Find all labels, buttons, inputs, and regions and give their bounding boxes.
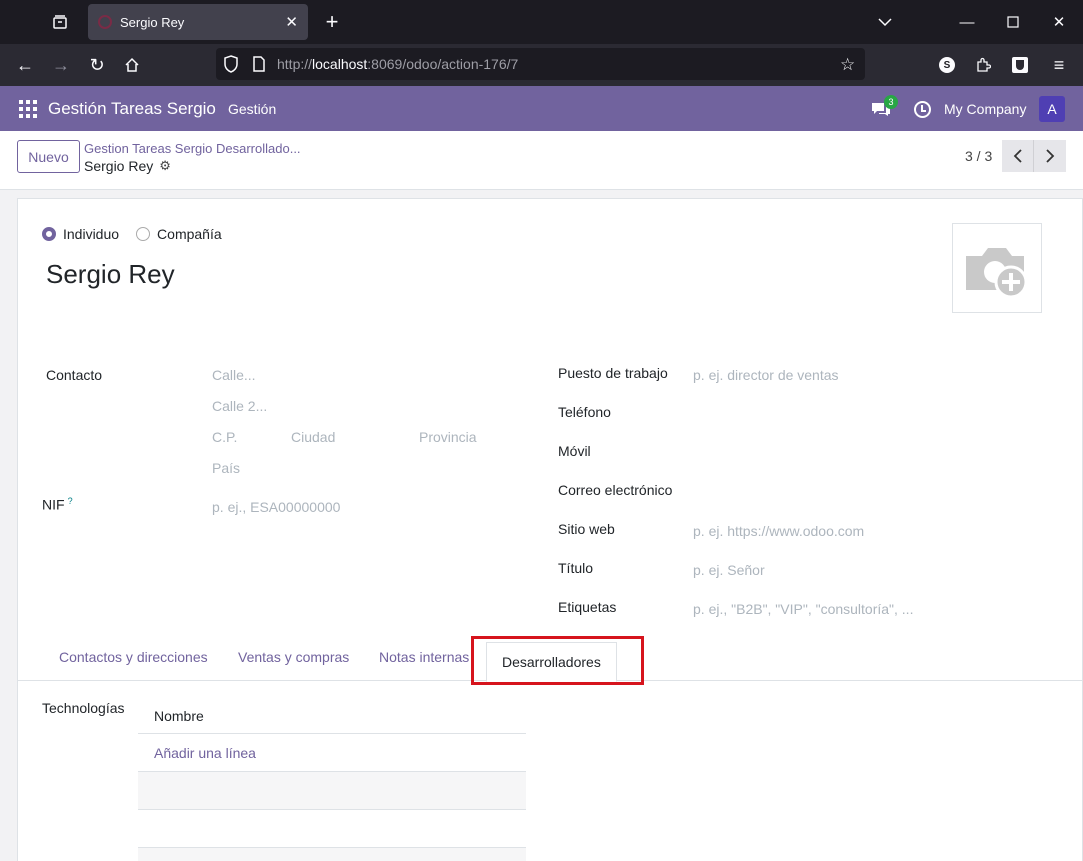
list-row [138, 847, 526, 861]
new-tab-icon[interactable]: + [318, 8, 346, 36]
list-all-tabs-icon[interactable] [862, 0, 908, 44]
title-label: Título [558, 560, 594, 576]
url-path: :8069/odoo/action-176/7 [367, 56, 519, 72]
window-close-icon[interactable]: ✕ [1036, 0, 1082, 44]
vat-input[interactable]: p. ej., ESA00000000 [212, 499, 340, 515]
browser-nav-bar: ← → ↻ http://localhost:8069/odoo/action-… [0, 44, 1083, 86]
pager-value[interactable]: 3 / 3 [965, 148, 992, 164]
tags-input[interactable]: p. ej., "B2B", "VIP", "consultoría", ... [693, 601, 913, 617]
email-label: Correo electrónico [558, 482, 673, 498]
close-tab-icon[interactable]: ✕ [285, 13, 298, 31]
extensions-icon[interactable] [967, 49, 999, 81]
radio-individuo-label[interactable]: Individuo [63, 226, 119, 242]
function-input[interactable]: p. ej. director de ventas [693, 367, 839, 383]
apps-grid-icon[interactable] [19, 100, 37, 118]
maximize-icon[interactable] [990, 0, 1036, 44]
breadcrumb-current-label: Sergio Rey [84, 158, 154, 174]
function-label: Puesto de trabajo [558, 365, 668, 381]
pager-previous-button[interactable] [1002, 140, 1034, 172]
browser-tab[interactable]: Sergio Rey ✕ [88, 4, 308, 40]
activity-clock-icon[interactable] [914, 101, 931, 118]
chat-badge: 3 [884, 95, 898, 109]
state-select[interactable]: Provincia [419, 429, 477, 445]
forward-icon[interactable]: → [45, 49, 77, 81]
user-avatar[interactable]: A [1039, 96, 1065, 122]
form-sheet: Individuo Compañía Sergio Rey Contacto C… [17, 198, 1083, 861]
back-icon[interactable]: ← [9, 49, 41, 81]
image-upload[interactable] [952, 223, 1042, 313]
url-prefix: http:// [277, 56, 313, 72]
odoo-favicon-icon [98, 15, 112, 29]
vat-label-text: NIF [42, 496, 65, 513]
home-icon[interactable] [116, 49, 148, 81]
mobile-label: Móvil [558, 443, 591, 459]
street2-input[interactable]: Calle 2... [212, 398, 267, 414]
company-type-radio: Individuo Compañía [42, 226, 239, 242]
contact-label: Contacto [46, 367, 103, 383]
zip-input[interactable]: C.P. [212, 429, 237, 445]
city-input[interactable]: Ciudad [291, 429, 335, 445]
url-host: localhost [312, 56, 368, 72]
website-label: Sitio web [558, 521, 615, 537]
app-title[interactable]: Gestión Tareas Sergio [48, 99, 216, 119]
tab-list-icon[interactable] [44, 6, 76, 38]
country-select[interactable]: País [212, 460, 240, 476]
browser-tab-bar: Sergio Rey ✕ + — ✕ [0, 0, 1083, 44]
website-input[interactable]: p. ej. https://www.odoo.com [693, 523, 864, 539]
technologies-label: Technologías [42, 700, 125, 716]
tab-title: Sergio Rey [120, 14, 185, 30]
gear-icon[interactable]: ⚙ [159, 158, 171, 174]
tags-label: Etiquetas [558, 599, 617, 615]
bitwarden-icon[interactable] [1004, 49, 1036, 81]
page-icon [252, 56, 266, 77]
list-row [138, 809, 526, 847]
new-button[interactable]: Nuevo [17, 140, 80, 173]
radio-individuo[interactable] [42, 227, 56, 241]
radio-compania[interactable] [136, 227, 151, 241]
bookmark-star-icon[interactable]: ☆ [840, 55, 855, 75]
breadcrumb-parent[interactable]: Gestion Tareas Sergio Desarrollado... [84, 141, 301, 156]
url-text[interactable]: http://localhost:8069/odoo/action-176/7 [277, 56, 518, 72]
menu-hamburger-icon[interactable]: ≡ [1043, 49, 1075, 81]
reload-icon[interactable]: ↻ [81, 49, 113, 81]
breadcrumb-current: Sergio Rey ⚙ [84, 158, 171, 174]
phone-label: Teléfono [558, 404, 611, 420]
menu-gestion[interactable]: Gestión [228, 101, 276, 117]
column-header-nombre[interactable]: Nombre [154, 708, 204, 724]
tab-highlight-box [471, 636, 644, 685]
radio-compania-label[interactable]: Compañía [157, 226, 222, 242]
street-input[interactable]: Calle... [212, 367, 256, 383]
title-select[interactable]: p. ej. Señor [693, 562, 765, 578]
tab-ventas[interactable]: Ventas y compras [238, 649, 349, 665]
company-switcher[interactable]: My Company [944, 101, 1026, 117]
vat-label: NIF? [42, 496, 73, 513]
tab-notas[interactable]: Notas internas [379, 649, 469, 665]
odoo-navbar: Gestión Tareas Sergio Gestión 3 My Compa… [0, 86, 1083, 131]
vat-help-icon[interactable]: ? [68, 496, 73, 506]
shield-icon[interactable] [223, 55, 239, 78]
tab-contactos[interactable]: Contactos y direcciones [59, 649, 208, 665]
url-bar[interactable]: http://localhost:8069/odoo/action-176/7 … [216, 48, 865, 80]
profile-icon[interactable]: S [931, 49, 963, 81]
list-row [138, 771, 526, 809]
camera-plus-icon [966, 248, 1028, 298]
pager-next-button[interactable] [1034, 140, 1066, 172]
control-panel: Nuevo Gestion Tareas Sergio Desarrollado… [0, 131, 1083, 190]
add-line-link[interactable]: Añadir una línea [154, 745, 256, 761]
partner-name-field[interactable]: Sergio Rey [46, 259, 175, 290]
minimize-icon[interactable]: — [944, 0, 990, 44]
